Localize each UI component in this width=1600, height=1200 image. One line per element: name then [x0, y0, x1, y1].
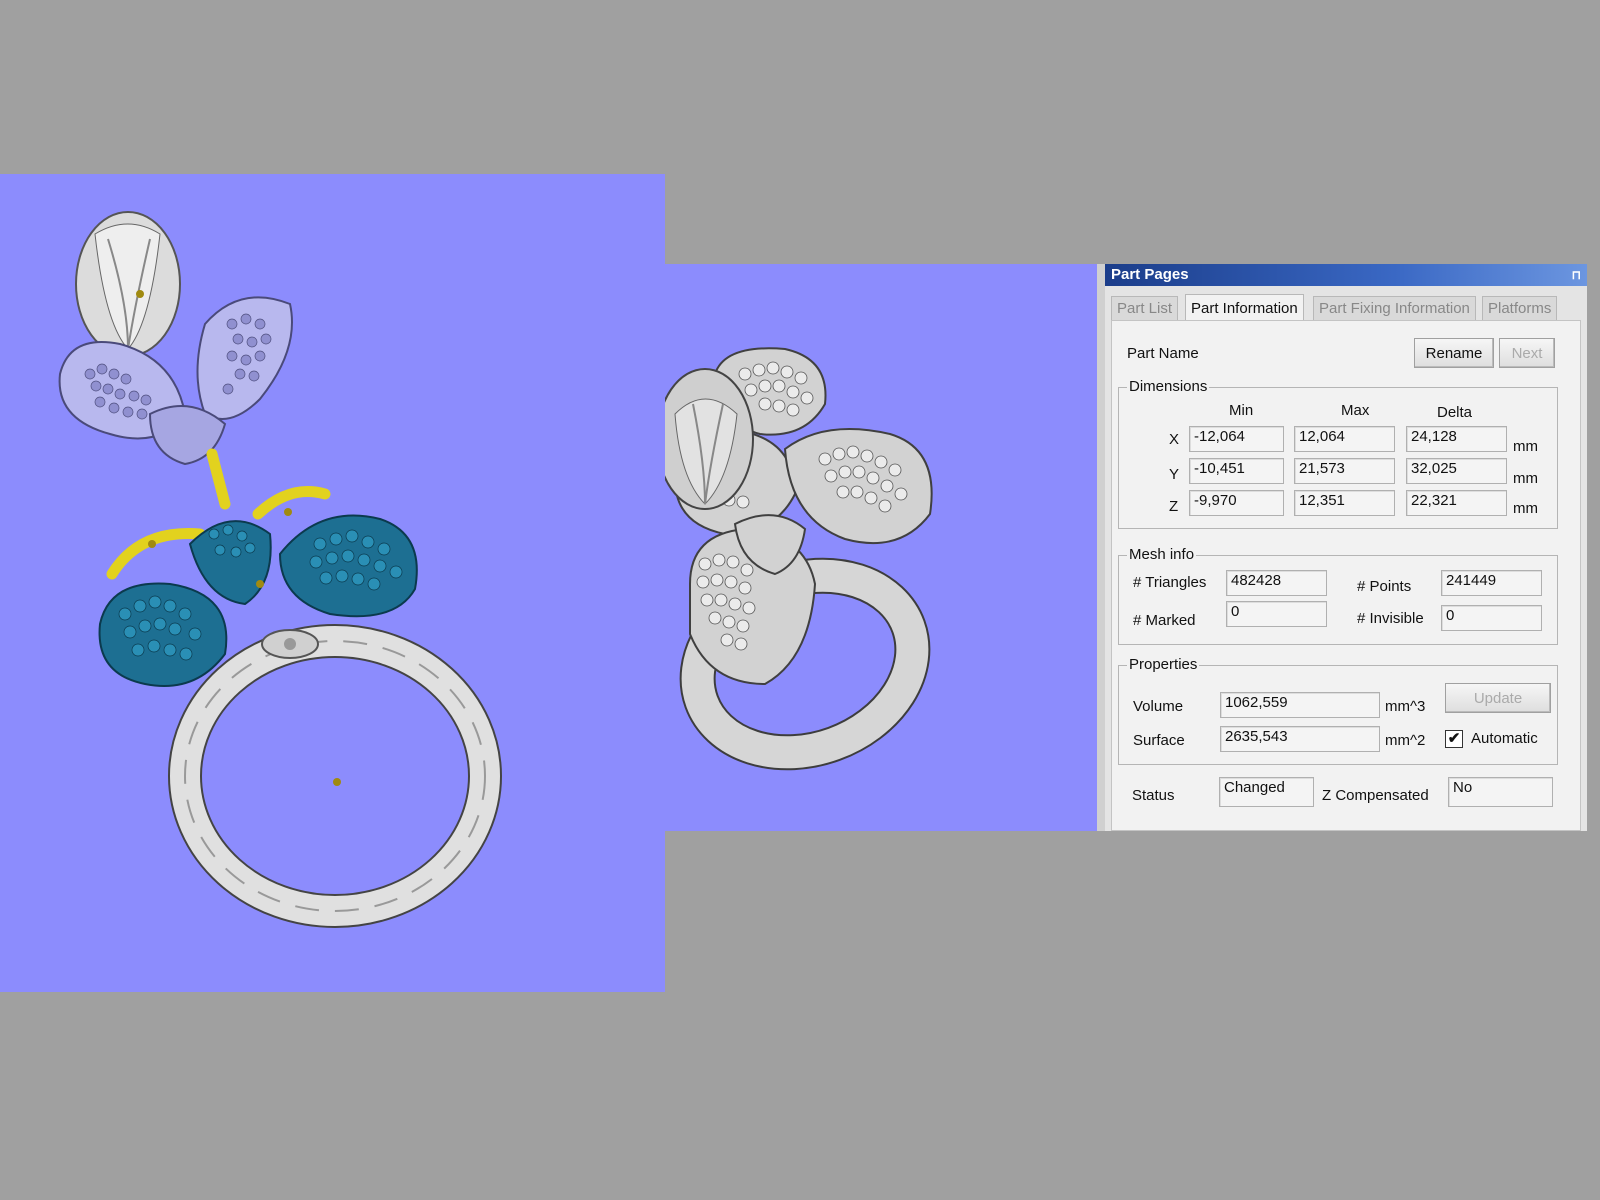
status-field[interactable]: Changed: [1219, 777, 1314, 807]
tab-bar: Part List Part Information Part Fixing I…: [1111, 294, 1581, 320]
dim-z-min[interactable]: -9,970: [1189, 490, 1284, 516]
tab-platforms[interactable]: Platforms: [1482, 296, 1558, 320]
surface-label: Surface: [1133, 732, 1185, 749]
points-label: # Points: [1357, 578, 1412, 595]
surface-unit: mm^2: [1385, 732, 1426, 749]
dim-x-min[interactable]: -12,064: [1189, 426, 1284, 452]
next-button[interactable]: Next: [1499, 338, 1555, 368]
properties-legend: Properties: [1127, 656, 1200, 673]
assembled-ring-model[interactable]: [665, 264, 1097, 831]
volume-unit: mm^3: [1385, 698, 1426, 715]
dim-z-unit: mm: [1513, 500, 1538, 517]
z-compensated-label: Z Compensated: [1322, 787, 1429, 804]
viewport-exploded[interactable]: [0, 174, 665, 992]
invisible-field[interactable]: 0: [1441, 605, 1542, 631]
exploded-ring-model[interactable]: [0, 174, 665, 992]
dim-axis-z: Z: [1169, 498, 1179, 515]
dim-z-delta[interactable]: 22,321: [1406, 490, 1507, 516]
tab-part-information[interactable]: Part Information: [1185, 294, 1304, 320]
dim-axis-y: Y: [1169, 466, 1180, 483]
part-information-page: Part Name Rename Next Dimensions Min Max…: [1111, 320, 1581, 831]
marked-field[interactable]: 0: [1226, 601, 1327, 627]
automatic-label: Automatic: [1471, 730, 1538, 747]
dim-x-max[interactable]: 12,064: [1294, 426, 1395, 452]
dim-x-delta[interactable]: 24,128: [1406, 426, 1507, 452]
volume-label: Volume: [1133, 698, 1184, 715]
dim-z-max[interactable]: 12,351: [1294, 490, 1395, 516]
part-name-label: Part Name: [1127, 345, 1199, 362]
dim-col-max: Max: [1341, 402, 1370, 419]
properties-group: Properties Volume 1062,559 mm^3 Update S…: [1118, 656, 1558, 765]
mesh-info-group: Mesh info # Triangles 482428 # Points 24…: [1118, 546, 1558, 645]
dim-y-max[interactable]: 21,573: [1294, 458, 1395, 484]
points-field[interactable]: 241449: [1441, 570, 1542, 596]
dim-col-min: Min: [1229, 402, 1254, 419]
dim-y-delta[interactable]: 32,025: [1406, 458, 1507, 484]
dimensions-group: Dimensions Min Max Delta X -12,064 12,06…: [1118, 378, 1558, 529]
update-button[interactable]: Update: [1445, 683, 1551, 713]
invisible-label: # Invisible: [1357, 610, 1424, 627]
mesh-info-legend: Mesh info: [1127, 546, 1197, 563]
automatic-checkbox[interactable]: ✔: [1445, 730, 1463, 748]
z-compensated-field[interactable]: No: [1448, 777, 1553, 807]
dim-axis-x: X: [1169, 431, 1180, 448]
marked-label: # Marked: [1133, 612, 1196, 629]
tab-part-list[interactable]: Part List: [1111, 296, 1179, 320]
triangles-field[interactable]: 482428: [1226, 570, 1327, 596]
tab-part-fixing-information[interactable]: Part Fixing Information: [1313, 296, 1476, 320]
dimensions-legend: Dimensions: [1127, 378, 1210, 395]
viewport-assembled[interactable]: [665, 264, 1097, 831]
dim-col-delta: Delta: [1437, 404, 1473, 421]
part-pages-panel: Part Pages ⊓ Part List Part Information …: [1097, 264, 1587, 831]
status-label: Status: [1132, 787, 1175, 804]
dim-x-unit: mm: [1513, 438, 1538, 455]
dim-y-min[interactable]: -10,451: [1189, 458, 1284, 484]
surface-field[interactable]: 2635,543: [1220, 726, 1380, 752]
triangles-label: # Triangles: [1133, 574, 1207, 591]
panel-titlebar[interactable]: Part Pages ⊓: [1105, 264, 1587, 286]
assembled-bud: [665, 368, 754, 510]
rename-button[interactable]: Rename: [1414, 338, 1494, 368]
pin-icon[interactable]: ⊓: [1572, 264, 1581, 286]
dim-y-unit: mm: [1513, 470, 1538, 487]
volume-field[interactable]: 1062,559: [1220, 692, 1380, 718]
bud-part: [75, 211, 181, 357]
panel-title: Part Pages: [1111, 266, 1189, 283]
ring-band-part: [168, 624, 502, 928]
